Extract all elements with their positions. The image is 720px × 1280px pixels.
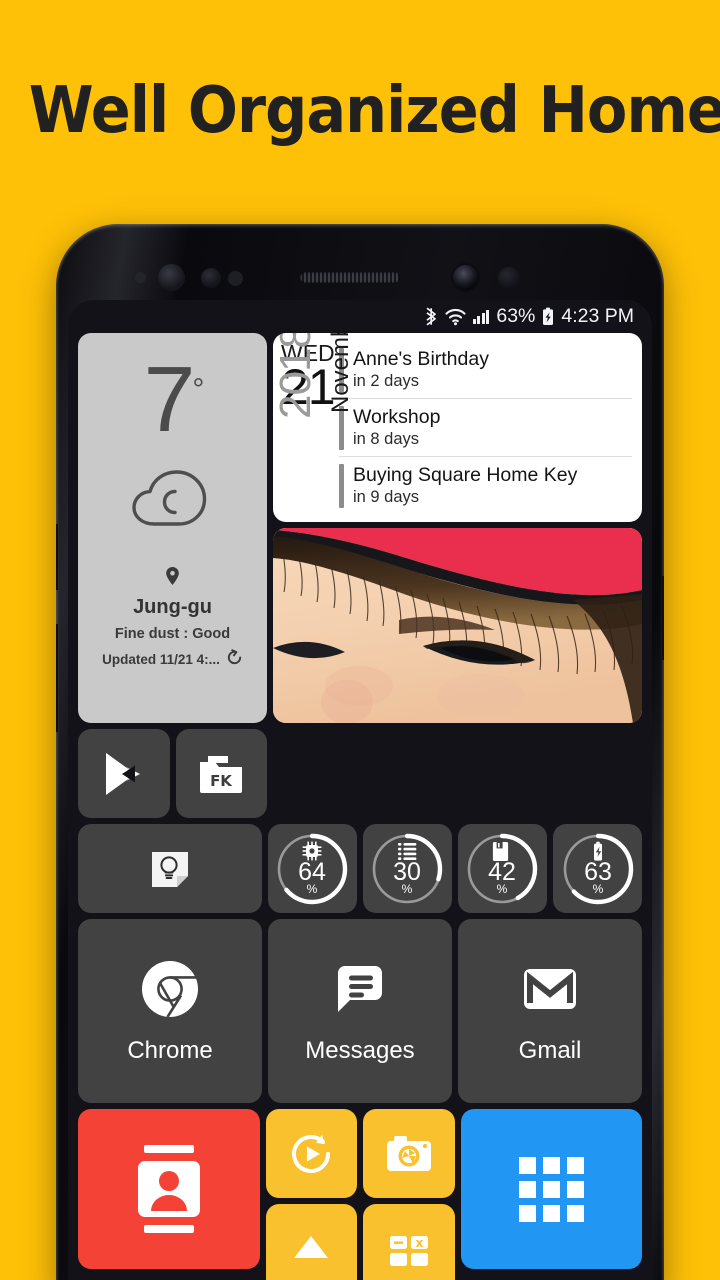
battery-unit: % <box>592 882 603 896</box>
dock-middle-row-bottom: x <box>265 1204 455 1280</box>
clock-label: 4:23 PM <box>561 305 634 327</box>
ram-unit: % <box>402 882 413 896</box>
calendar-event[interactable]: Anne's Birthday in 2 days <box>339 341 632 399</box>
event-title: Workshop <box>353 406 441 428</box>
battery-percent-label: 63% <box>496 305 536 327</box>
dock-camera[interactable] <box>363 1109 455 1198</box>
light-sensor-icon <box>201 268 221 288</box>
dock-contacts[interactable] <box>78 1109 260 1269</box>
file-manager-folder-icon: FK <box>200 755 243 793</box>
home-screen: 7° Jung-gu Fine dust: Good Updated 11/2… <box>68 333 652 1280</box>
proximity-sensor-icon <box>135 272 146 283</box>
dock-gallery[interactable] <box>265 1204 357 1280</box>
dock-row: x <box>68 1109 652 1280</box>
app-label: Gmail <box>518 1037 582 1064</box>
shortcut-play-store[interactable] <box>78 729 170 818</box>
calculator-icon: x <box>389 1235 428 1266</box>
monitor-cpu[interactable]: 64 % <box>267 824 357 913</box>
app-row: Chrome Messages Gmail <box>68 919 652 1103</box>
photo-frame-widget[interactable] <box>273 528 642 723</box>
app-messages[interactable]: Messages <box>268 919 452 1103</box>
messages-icon <box>338 966 382 1012</box>
event-title: Buying Square Home Key <box>353 464 578 486</box>
shortcut-keep-notes[interactable] <box>78 824 262 913</box>
gmail-icon <box>524 969 576 1009</box>
monitor-storage[interactable]: 42 % <box>457 824 547 913</box>
play-media-icon <box>292 1134 331 1173</box>
play-store-icon <box>105 752 140 795</box>
led-indicator-icon <box>228 271 243 286</box>
app-chrome[interactable]: Chrome <box>78 919 262 1103</box>
secondary-sensor-icon <box>498 267 520 289</box>
battery-charging-icon <box>542 307 554 326</box>
calendar-month: November <box>327 333 354 413</box>
weather-temperature: 7° <box>143 347 205 451</box>
dock-middle-row-top <box>265 1109 455 1198</box>
calendar-event[interactable]: Buying Square Home Key in 9 days <box>339 457 632 514</box>
event-when: in 9 days <box>353 488 420 506</box>
calendar-date-block: WED 21 2018 November <box>273 333 354 514</box>
monitor-row: 64 % 30 % 42 % 63 % <box>68 824 652 913</box>
cpu-unit: % <box>307 882 318 896</box>
weather-widget[interactable]: 7° Jung-gu Fine dust: Good Updated 11/2… <box>78 333 267 723</box>
weather-updated-label: Updated 11/21 4:... <box>102 651 220 667</box>
location-pin-icon <box>165 566 180 591</box>
calendar-year: 2018 <box>273 333 320 419</box>
top-widget-block: 7° Jung-gu Fine dust: Good Updated 11/2… <box>68 333 652 723</box>
photo-image <box>273 528 642 723</box>
camera-icon <box>386 1135 431 1171</box>
phone-screen: 63% 4:23 PM 7° Jung-gu Fine dust: Good … <box>68 300 652 1280</box>
front-camera-icon <box>453 265 478 290</box>
event-title: Anne's Birthday <box>353 348 489 370</box>
chrome-icon <box>142 961 198 1018</box>
app-label: Chrome <box>127 1037 213 1064</box>
calendar-event[interactable]: Workshop in 8 days <box>339 399 632 457</box>
sensor-cluster <box>56 260 664 294</box>
event-when: in 2 days <box>353 372 420 390</box>
air-quality-label: Fine dust : Good <box>114 626 231 642</box>
event-color-bar <box>339 463 344 508</box>
signal-bars-icon <box>472 309 490 324</box>
iris-scanner-icon <box>158 264 185 291</box>
weather-updated-row[interactable]: Updated 11/21 4:... <box>102 649 243 669</box>
refresh-icon[interactable] <box>226 649 243 669</box>
cloud-icon <box>129 469 217 532</box>
right-widget-column: WED 21 2018 November Anne's Birthday in … <box>273 333 642 723</box>
monitor-battery[interactable]: 63 % <box>552 824 643 913</box>
promo-headline: Well Organized Home <box>28 74 720 148</box>
contacts-card-icon <box>137 1145 200 1233</box>
bixby-button[interactable] <box>56 524 58 590</box>
keep-notes-lightbulb-icon <box>151 851 188 887</box>
svg-text:x: x <box>415 1236 423 1250</box>
weather-location-label: Jung-gu <box>133 596 212 618</box>
app-drawer-grid-icon <box>518 1156 584 1222</box>
earpiece-speaker-icon <box>300 272 400 283</box>
svg-text:FK: FK <box>210 772 233 790</box>
dock-app-drawer[interactable] <box>460 1109 642 1269</box>
app-gmail[interactable]: Gmail <box>458 919 642 1103</box>
status-bar: 63% 4:23 PM <box>68 300 652 333</box>
dock-media-player[interactable] <box>265 1109 357 1198</box>
calendar-widget[interactable]: WED 21 2018 November Anne's Birthday in … <box>273 333 642 522</box>
event-when: in 8 days <box>353 430 420 448</box>
monitor-ram[interactable]: 30 % <box>362 824 452 913</box>
volume-button[interactable] <box>56 624 58 732</box>
storage-unit: % <box>497 882 508 896</box>
wifi-icon <box>445 308 466 326</box>
gallery-triangle-icon <box>294 1235 329 1258</box>
dock-calculator[interactable]: x <box>363 1204 455 1280</box>
shortcut-row: FK <box>68 729 652 818</box>
app-label: Messages <box>305 1037 415 1064</box>
calendar-event-list: Anne's Birthday in 2 days Workshop in 8 … <box>339 341 632 514</box>
bluetooth-icon <box>425 307 438 326</box>
power-button[interactable] <box>662 576 664 660</box>
dock-middle-column: x <box>265 1109 455 1280</box>
shortcut-file-manager[interactable]: FK <box>175 729 267 818</box>
phone-mockup: 63% 4:23 PM 7° Jung-gu Fine dust: Good … <box>56 224 664 1280</box>
